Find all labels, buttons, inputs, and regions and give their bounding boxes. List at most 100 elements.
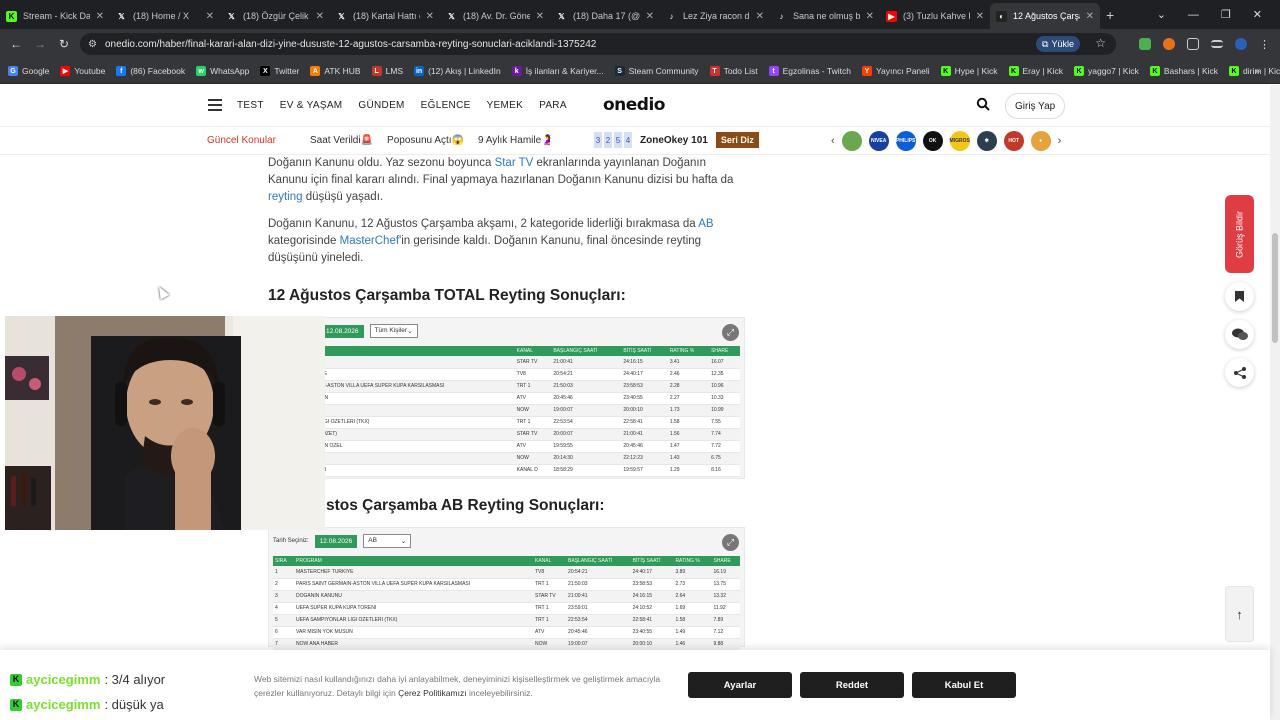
install-app-button[interactable]: ⧉ Yükle — [1036, 36, 1080, 52]
topic-item[interactable]: Poposunu Açtı😱 — [387, 135, 464, 146]
bookmark-item[interactable]: K Bashars | Kick — [1149, 66, 1218, 76]
browser-tab[interactable]: 𝕏 (18) Özgür Çelik o ✕ — [220, 3, 330, 29]
bookmark-icon[interactable] — [1225, 282, 1254, 311]
bookmarks-more-icon[interactable]: » — [1254, 66, 1260, 77]
bookmark-item[interactable]: k İş ilanları & Kariyer... — [511, 66, 604, 76]
scroll-to-top-icon[interactable]: ↑ — [1225, 586, 1254, 642]
bookmark-star-icon[interactable]: ☆ — [1095, 36, 1106, 50]
bookmark-item[interactable]: Y Yayıncı Paneli — [861, 66, 930, 76]
bookmark-item[interactable]: A ATK HUB — [310, 66, 361, 76]
browser-tab[interactable]: 𝕏 (18) Kartal Hattı o ✕ — [330, 3, 440, 29]
masterchef-link[interactable]: MasterChef — [340, 235, 399, 247]
reload-icon[interactable]: ↻ — [52, 37, 76, 51]
star-brand[interactable]: ✱ — [976, 131, 997, 151]
menu-item[interactable]: YEMEK — [487, 100, 524, 111]
profile-avatar-icon[interactable] — [1235, 38, 1247, 50]
page-scrollbar[interactable] — [1270, 85, 1280, 720]
bookmark-item[interactable]: G Google — [8, 66, 49, 76]
menu-item[interactable]: EĞLENCE — [421, 100, 471, 111]
browser-tab[interactable]: ◐ 12 Ağustos Çarşa ✕ — [990, 3, 1100, 29]
zoneokey-promo[interactable]: 3254 ZoneOkey 101 Seri Diz — [594, 132, 759, 148]
bookmark-item[interactable]: f (86) Facebook — [116, 66, 185, 76]
reyting-link[interactable]: reyting — [268, 191, 303, 203]
filter-select[interactable]: AB ⌄ — [363, 534, 412, 548]
browser-tab[interactable]: ▶ (3) Tuzlu Kahve li ✕ — [880, 3, 990, 29]
star-tv-link[interactable]: Star TV — [495, 157, 534, 169]
back-icon[interactable]: ← — [4, 37, 28, 51]
topic-item[interactable]: Saat Verildi🚨 — [310, 135, 373, 146]
hot-brand[interactable]: HOT — [1003, 131, 1024, 151]
cookie-accept-button[interactable]: Kabul Et — [912, 672, 1016, 698]
nivea-brand[interactable]: NIVEA — [868, 131, 889, 151]
menu-item[interactable]: GÜNDEM — [358, 100, 404, 111]
browser-menu-icon[interactable]: ⋮ — [1259, 38, 1270, 51]
login-button[interactable]: Giriş Yap — [1005, 93, 1066, 119]
scrollbar-thumb[interactable] — [1272, 233, 1278, 343]
filter-select[interactable]: Tüm Kişiler ⌄ — [369, 324, 418, 338]
bookmark-item[interactable]: K Hype | Kick — [940, 66, 998, 76]
seri-diz-button[interactable]: Seri Diz — [715, 132, 759, 148]
menu-item[interactable]: EV & YAŞAM — [280, 100, 343, 111]
ok-brand[interactable]: OK — [922, 131, 943, 151]
close-tab-icon[interactable]: ✕ — [756, 11, 764, 22]
bookmark-item[interactable]: ▶ Youtube — [60, 66, 105, 76]
current-topics-label[interactable]: Güncel Konular — [207, 135, 276, 146]
cookie-policy-link[interactable]: Çerez Politikamızı — [398, 688, 467, 698]
omnibox[interactable]: ⚙ onedio.com/haber/final-karari-alan-diz… — [80, 33, 1116, 55]
new-tab-icon[interactable]: + — [1106, 7, 1114, 23]
url-text[interactable]: onedio.com/haber/final-karari-alan-dizi-… — [105, 39, 1025, 50]
menu-item[interactable]: TEST — [237, 100, 264, 111]
feedback-button[interactable]: Görüş Bildir — [1225, 195, 1254, 273]
close-tab-icon[interactable]: ✕ — [1086, 11, 1094, 22]
browser-tab[interactable]: 𝕏 (18) Home / X ✕ — [110, 3, 220, 29]
bookmark-item[interactable]: in (12) Akış | LinkedIn — [414, 66, 501, 76]
media-controls-icon[interactable] — [1211, 40, 1223, 48]
expand-icon[interactable]: ⤢ — [722, 534, 739, 551]
forward-icon[interactable]: → — [28, 37, 52, 51]
food-brand[interactable]: ● — [1030, 131, 1051, 151]
close-tab-icon[interactable]: ✕ — [536, 11, 544, 22]
browser-tab[interactable]: ♪ Lez Ziya racon du ✕ — [660, 3, 770, 29]
extension-green-icon[interactable] — [1139, 38, 1151, 50]
browser-tab[interactable]: 𝕏 (18) Av. Dr. Göne ✕ — [440, 3, 550, 29]
date-pill[interactable]: 12.08.2026 — [314, 534, 358, 548]
bookmark-item[interactable]: L LMS — [371, 66, 403, 76]
close-tab-icon[interactable]: ✕ — [866, 11, 874, 22]
chevron-left-icon[interactable]: ‹ — [831, 135, 835, 147]
topic-item[interactable]: 9 Aylık Hamile🤰 — [478, 135, 554, 146]
menu-item[interactable]: PARA — [539, 100, 567, 111]
browser-tab[interactable]: 𝕏 (18) Daha 17 (@d ✕ — [550, 3, 660, 29]
share-icon[interactable] — [1225, 358, 1254, 387]
cookie-reject-button[interactable]: Reddet — [800, 672, 904, 698]
tree-brand[interactable] — [841, 131, 862, 151]
date-pill[interactable]: 12.08.2026 — [321, 324, 364, 338]
close-tab-icon[interactable]: ✕ — [426, 11, 434, 22]
extension-orange-icon[interactable] — [1163, 38, 1175, 50]
maximize-icon[interactable]: ❐ — [1221, 8, 1231, 21]
onedio-logo[interactable]: onedio — [603, 95, 666, 115]
close-tab-icon[interactable]: ✕ — [976, 11, 984, 22]
bookmark-item[interactable]: X Twitter — [260, 66, 299, 76]
comments-icon[interactable] — [1225, 320, 1254, 349]
philips-brand[interactable]: PHILIPS — [895, 131, 916, 151]
expand-icon[interactable]: ⤢ — [722, 324, 739, 341]
minimize-icon[interactable]: — — [1188, 9, 1199, 21]
browser-tab[interactable]: K Stream - Kick Das ✕ — [0, 3, 110, 29]
close-tab-icon[interactable]: ✕ — [646, 11, 654, 22]
bookmark-item[interactable]: t Egzolinas - Twitch — [768, 66, 851, 76]
close-tab-icon[interactable]: ✕ — [316, 11, 324, 22]
close-tab-icon[interactable]: ✕ — [206, 11, 214, 22]
site-info-icon[interactable]: ⚙ — [88, 39, 97, 50]
close-tab-icon[interactable]: ✕ — [96, 11, 104, 22]
ab-link[interactable]: AB — [698, 218, 713, 230]
bookmark-item[interactable]: Kyaggo7 | Kick — [1073, 66, 1139, 76]
bookmark-item[interactable]: T Todo List — [709, 66, 758, 76]
close-window-icon[interactable]: ✕ — [1253, 8, 1262, 21]
extensions-puzzle-icon[interactable] — [1187, 38, 1199, 50]
bookmark-item[interactable]: S Steam Community — [614, 66, 699, 76]
migros-brand[interactable]: MIGROS — [950, 131, 970, 151]
chevron-down-icon[interactable]: ⌄ — [1157, 8, 1166, 21]
hamburger-menu-icon[interactable] — [208, 99, 222, 111]
browser-tab[interactable]: ♪ Sana ne olmuş be ✕ — [770, 3, 880, 29]
chevron-right-icon[interactable]: › — [1058, 135, 1062, 147]
